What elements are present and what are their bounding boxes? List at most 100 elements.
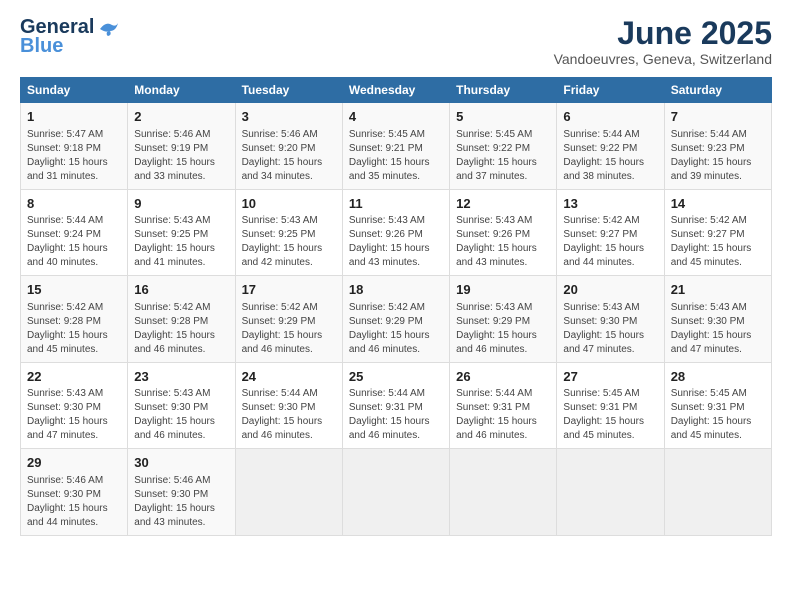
day-number: 13	[563, 195, 657, 213]
day-number: 6	[563, 108, 657, 126]
col-friday: Friday	[557, 78, 664, 103]
day-number: 2	[134, 108, 228, 126]
logo: General Blue	[20, 16, 120, 58]
day-info: Sunrise: 5:42 AMSunset: 9:29 PMDaylight:…	[242, 302, 323, 355]
day-number: 8	[27, 195, 121, 213]
day-info: Sunrise: 5:43 AMSunset: 9:30 PMDaylight:…	[134, 388, 215, 441]
location: Vandoeuvres, Geneva, Switzerland	[554, 51, 772, 67]
col-sunday: Sunday	[21, 78, 128, 103]
calendar-cell: 25 Sunrise: 5:44 AMSunset: 9:31 PMDayligh…	[342, 362, 449, 449]
calendar-cell	[342, 449, 449, 536]
day-number: 30	[134, 454, 228, 472]
calendar-cell: 7 Sunrise: 5:44 AMSunset: 9:23 PMDaylight…	[664, 103, 771, 190]
day-info: Sunrise: 5:42 AMSunset: 9:27 PMDaylight:…	[563, 215, 644, 268]
day-number: 22	[27, 368, 121, 386]
day-number: 26	[456, 368, 550, 386]
day-info: Sunrise: 5:43 AMSunset: 9:30 PMDaylight:…	[27, 388, 108, 441]
calendar-header-row: Sunday Monday Tuesday Wednesday Thursday…	[21, 78, 772, 103]
calendar-cell: 20 Sunrise: 5:43 AMSunset: 9:30 PMDayligh…	[557, 276, 664, 363]
col-saturday: Saturday	[664, 78, 771, 103]
day-info: Sunrise: 5:44 AMSunset: 9:31 PMDaylight:…	[349, 388, 430, 441]
day-number: 14	[671, 195, 765, 213]
day-number: 3	[242, 108, 336, 126]
calendar-cell: 10 Sunrise: 5:43 AMSunset: 9:25 PMDayligh…	[235, 189, 342, 276]
col-wednesday: Wednesday	[342, 78, 449, 103]
day-info: Sunrise: 5:46 AMSunset: 9:30 PMDaylight:…	[134, 475, 215, 528]
day-info: Sunrise: 5:45 AMSunset: 9:22 PMDaylight:…	[456, 129, 537, 182]
day-info: Sunrise: 5:44 AMSunset: 9:31 PMDaylight:…	[456, 388, 537, 441]
day-info: Sunrise: 5:44 AMSunset: 9:23 PMDaylight:…	[671, 129, 752, 182]
day-number: 7	[671, 108, 765, 126]
col-thursday: Thursday	[450, 78, 557, 103]
calendar-cell: 8 Sunrise: 5:44 AMSunset: 9:24 PMDaylight…	[21, 189, 128, 276]
day-info: Sunrise: 5:43 AMSunset: 9:30 PMDaylight:…	[671, 302, 752, 355]
day-number: 18	[349, 281, 443, 299]
calendar-cell	[450, 449, 557, 536]
calendar-cell: 6Sunrise: 5:44 AMSunset: 9:22 PMDaylight…	[557, 103, 664, 190]
day-number: 4	[349, 108, 443, 126]
calendar-cell: 19 Sunrise: 5:43 AMSunset: 9:29 PMDayligh…	[450, 276, 557, 363]
title-area: June 2025 Vandoeuvres, Geneva, Switzerla…	[554, 16, 772, 67]
calendar-cell: 24Sunrise: 5:44 AMSunset: 9:30 PMDayligh…	[235, 362, 342, 449]
header: General Blue June 2025 Vandoeuvres, Gene…	[20, 16, 772, 67]
calendar-cell: 5 Sunrise: 5:45 AMSunset: 9:22 PMDaylight…	[450, 103, 557, 190]
calendar-cell: 1Sunrise: 5:47 AMSunset: 9:18 PMDaylight…	[21, 103, 128, 190]
calendar-cell: 15Sunrise: 5:42 AMSunset: 9:28 PMDayligh…	[21, 276, 128, 363]
logo-bird-icon	[98, 19, 120, 37]
calendar-cell: 30 Sunrise: 5:46 AMSunset: 9:30 PMDayligh…	[128, 449, 235, 536]
calendar-cell: 9Sunrise: 5:43 AMSunset: 9:25 PMDaylight…	[128, 189, 235, 276]
day-number: 20	[563, 281, 657, 299]
day-number: 11	[349, 195, 443, 213]
calendar-cell: 14 Sunrise: 5:42 AMSunset: 9:27 PMDayligh…	[664, 189, 771, 276]
day-info: Sunrise: 5:45 AMSunset: 9:31 PMDaylight:…	[671, 388, 752, 441]
calendar-row: 8 Sunrise: 5:44 AMSunset: 9:24 PMDaylight…	[21, 189, 772, 276]
calendar-cell: 11 Sunrise: 5:43 AMSunset: 9:26 PMDayligh…	[342, 189, 449, 276]
calendar-cell: 2Sunrise: 5:46 AMSunset: 9:19 PMDaylight…	[128, 103, 235, 190]
calendar-row: 15 Sunrise: 5:42 AMSunset: 9:28 PMDayligh…	[21, 276, 772, 363]
col-tuesday: Tuesday	[235, 78, 342, 103]
day-number: 12	[456, 195, 550, 213]
calendar-cell: 16 Sunrise: 5:42 AMSunset: 9:28 PMDayligh…	[128, 276, 235, 363]
day-number: 10	[242, 195, 336, 213]
calendar-row: 29 Sunrise: 5:46 AMSunset: 9:30 PMDayligh…	[21, 449, 772, 536]
calendar-cell: 27 Sunrise: 5:45 AMSunset: 9:31 PMDayligh…	[557, 362, 664, 449]
day-info: Sunrise: 5:43 AMSunset: 9:29 PMDaylight:…	[456, 302, 537, 355]
day-number: 1	[27, 108, 121, 126]
day-info: Sunrise: 5:43 AMSunset: 9:26 PMDaylight:…	[456, 215, 537, 268]
day-number: 5	[456, 108, 550, 126]
day-number: 21	[671, 281, 765, 299]
day-number: 16	[134, 281, 228, 299]
day-info: Sunrise: 5:43 AMSunset: 9:30 PMDaylight:…	[563, 302, 644, 355]
day-info: Sunrise: 5:44 AMSunset: 9:24 PMDaylight:…	[27, 215, 108, 268]
day-info: Sunrise: 5:42 AMSunset: 9:29 PMDaylight:…	[349, 302, 430, 355]
day-number: 28	[671, 368, 765, 386]
day-number: 27	[563, 368, 657, 386]
day-info: Sunrise: 5:43 AMSunset: 9:25 PMDaylight:…	[134, 215, 215, 268]
day-info: Sunrise: 5:42 AMSunset: 9:27 PMDaylight:…	[671, 215, 752, 268]
day-info: Sunrise: 5:45 AMSunset: 9:31 PMDaylight:…	[563, 388, 644, 441]
day-number: 29	[27, 454, 121, 472]
day-number: 19	[456, 281, 550, 299]
day-number: 24	[242, 368, 336, 386]
calendar-cell: 28 Sunrise: 5:45 AMSunset: 9:31 PMDayligh…	[664, 362, 771, 449]
day-info: Sunrise: 5:46 AMSunset: 9:20 PMDaylight:…	[242, 129, 323, 182]
calendar-cell: 12 Sunrise: 5:43 AMSunset: 9:26 PMDayligh…	[450, 189, 557, 276]
calendar-row: 22 Sunrise: 5:43 AMSunset: 9:30 PMDayligh…	[21, 362, 772, 449]
calendar-row: 1Sunrise: 5:47 AMSunset: 9:18 PMDaylight…	[21, 103, 772, 190]
calendar-cell: 21 Sunrise: 5:43 AMSunset: 9:30 PMDayligh…	[664, 276, 771, 363]
calendar-cell: 13 Sunrise: 5:42 AMSunset: 9:27 PMDayligh…	[557, 189, 664, 276]
calendar-cell: 26 Sunrise: 5:44 AMSunset: 9:31 PMDayligh…	[450, 362, 557, 449]
day-info: Sunrise: 5:43 AMSunset: 9:25 PMDaylight:…	[242, 215, 323, 268]
day-number: 25	[349, 368, 443, 386]
day-number: 15	[27, 281, 121, 299]
day-number: 17	[242, 281, 336, 299]
day-info: Sunrise: 5:46 AMSunset: 9:30 PMDaylight:…	[27, 475, 108, 528]
calendar-cell: 17 Sunrise: 5:42 AMSunset: 9:29 PMDayligh…	[235, 276, 342, 363]
day-info: Sunrise: 5:42 AMSunset: 9:28 PMDaylight:…	[134, 302, 215, 355]
month-title: June 2025	[554, 16, 772, 51]
col-monday: Monday	[128, 78, 235, 103]
calendar-table: Sunday Monday Tuesday Wednesday Thursday…	[20, 77, 772, 536]
day-info: Sunrise: 5:43 AMSunset: 9:26 PMDaylight:…	[349, 215, 430, 268]
day-number: 23	[134, 368, 228, 386]
calendar-cell: 3 Sunrise: 5:46 AMSunset: 9:20 PMDaylight…	[235, 103, 342, 190]
